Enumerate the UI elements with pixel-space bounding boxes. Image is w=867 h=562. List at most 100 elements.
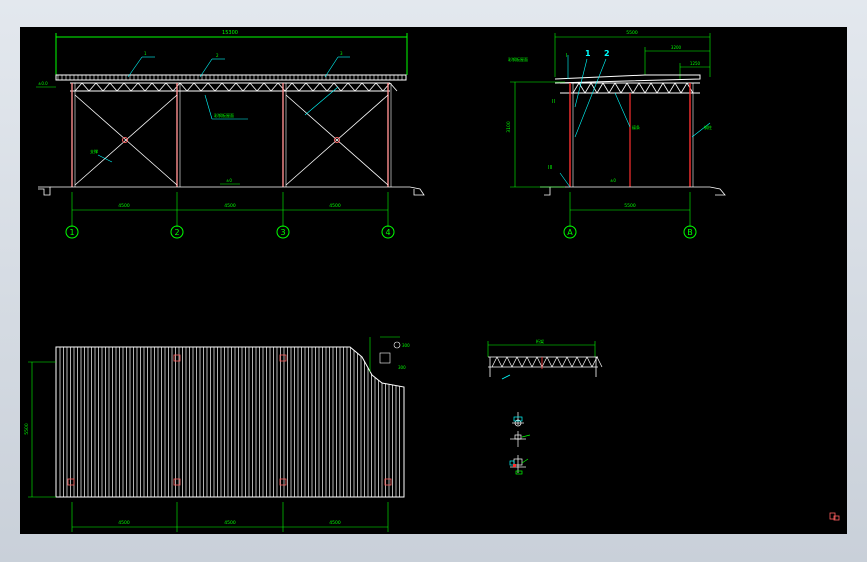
truss-web-member <box>165 82 174 92</box>
truss-web-member <box>536 356 543 368</box>
truss-web-member <box>200 82 209 92</box>
svg-text:1250: 1250 <box>690 61 701 66</box>
front-overall-dim-text: 15300 <box>222 30 238 36</box>
truss-web-member <box>506 356 513 368</box>
truss-web-member <box>638 82 646 94</box>
truss-web-member <box>576 356 583 368</box>
svg-text:钢柱: 钢柱 <box>704 124 712 130</box>
svg-text:3200: 3200 <box>671 45 682 50</box>
svg-text:±0: ±0 <box>226 178 232 183</box>
svg-text:3: 3 <box>340 51 343 56</box>
truss-web-member <box>221 82 230 92</box>
svg-text:彩钢板屋面: 彩钢板屋面 <box>508 56 528 62</box>
axis-label: B <box>687 228 693 237</box>
truss-web-member <box>586 356 593 368</box>
truss-web-member <box>571 356 578 368</box>
truss-web-member <box>650 82 658 94</box>
svg-text:彩钢板屋面: 彩钢板屋面 <box>214 112 234 118</box>
truss-web-member <box>151 82 160 92</box>
truss-web-member <box>608 82 616 94</box>
truss-web-member <box>214 82 223 92</box>
truss-web-member <box>556 356 563 368</box>
truss-web-member <box>546 356 553 368</box>
svg-text:3100: 3100 <box>506 121 512 133</box>
truss-web-member <box>354 82 363 92</box>
truss-web-member <box>88 82 97 92</box>
truss-web-member <box>626 82 634 94</box>
axis-label: 2 <box>174 228 179 237</box>
truss-web-member <box>137 82 146 92</box>
svg-text:300: 300 <box>398 365 406 370</box>
svg-text:4500: 4500 <box>224 203 236 209</box>
truss-web-member <box>561 356 568 368</box>
truss-web-member <box>109 82 118 92</box>
truss-web-member <box>319 82 328 92</box>
truss-web-member <box>102 82 111 92</box>
svg-text:±0.0: ±0.0 <box>38 81 48 86</box>
side-roof <box>554 74 701 84</box>
svg-text:5500: 5500 <box>24 423 30 435</box>
truss-web-member <box>531 356 538 368</box>
brace-node <box>122 137 128 143</box>
drawing-canvas[interactable]: 15300 ±0.0 ±0 1 2 3 彩钢板屋面 支撑 4500 4500 4… <box>20 27 847 534</box>
model-space-icon[interactable] <box>829 512 840 521</box>
front-overall-dimension <box>55 33 408 75</box>
truss-web-member <box>340 82 349 92</box>
truss-web-member <box>305 82 314 92</box>
truss-web-member <box>361 82 370 92</box>
truss-web-member <box>501 356 508 368</box>
truss-web-member <box>256 82 265 92</box>
front-elevation: 15300 ±0.0 ±0 1 2 3 彩钢板屋面 支撑 4500 4500 4… <box>36 30 425 239</box>
svg-text:4500: 4500 <box>118 203 130 209</box>
svg-text:300: 300 <box>402 343 410 348</box>
roof-plan: 5500 4500 4500 4500 300 300 <box>24 336 410 532</box>
truss-web-member <box>662 82 670 94</box>
truss-web-member <box>347 82 356 92</box>
truss-web-member <box>235 82 244 92</box>
truss-detail: 桁架 <box>487 338 603 380</box>
svg-text:1: 1 <box>585 49 591 58</box>
truss-web-member <box>511 356 518 368</box>
axis-label: 1 <box>69 228 74 237</box>
truss-web-member <box>551 356 558 368</box>
truss-web-member <box>312 82 321 92</box>
front-leaders <box>97 56 350 163</box>
truss-web-member <box>298 82 307 92</box>
truss-web-member <box>496 356 503 368</box>
svg-text:1: 1 <box>144 51 147 56</box>
truss-web-member <box>541 356 548 368</box>
truss-web-member <box>375 82 384 92</box>
truss-web-member <box>193 82 202 92</box>
svg-text:2: 2 <box>216 53 219 58</box>
truss-web-member <box>526 356 533 368</box>
truss-web-member <box>491 356 498 368</box>
truss-web-member <box>596 356 603 368</box>
svg-text:檩条: 檩条 <box>632 124 640 130</box>
truss-web-member <box>602 82 610 94</box>
roof-plan-outline <box>55 346 405 498</box>
truss-web-member <box>74 82 83 92</box>
truss-web-member <box>674 82 682 94</box>
truss-web-member <box>207 82 216 92</box>
side-elevation: 5500 3200 1250 ±0 3100 I II III 1 2 彩钢板屋… <box>506 30 726 239</box>
roof-sheeting <box>55 74 407 81</box>
truss-web-member <box>566 356 573 368</box>
truss-web-member <box>614 82 622 94</box>
truss-web-member <box>382 82 391 92</box>
front-columns <box>71 83 389 187</box>
truss-web-member <box>263 82 272 92</box>
truss-web-member <box>81 82 90 92</box>
svg-text:4500: 4500 <box>224 520 236 526</box>
svg-text:±0: ±0 <box>610 178 616 183</box>
svg-text:4500: 4500 <box>329 203 341 209</box>
cross-bracing <box>74 94 389 186</box>
svg-text:2: 2 <box>604 49 610 58</box>
svg-text:4500: 4500 <box>329 520 341 526</box>
truss-web-member <box>242 82 251 92</box>
front-bay-dimensions <box>71 192 389 227</box>
truss-web-member <box>228 82 237 92</box>
axis-label: 4 <box>385 228 390 237</box>
truss-web-member <box>123 82 132 92</box>
truss-web-member <box>186 82 195 92</box>
truss-web-member <box>581 356 588 368</box>
